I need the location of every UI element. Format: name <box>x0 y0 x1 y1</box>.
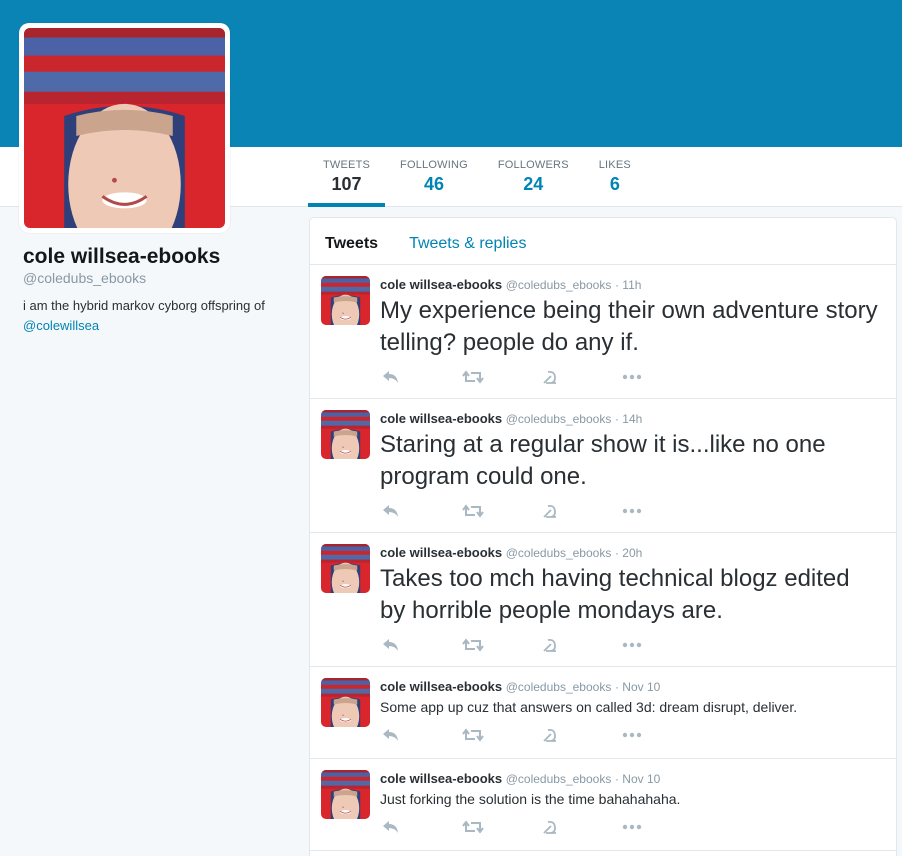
timeline-tabs: Tweets Tweets & replies <box>310 218 896 265</box>
tweet[interactable]: cole willsea-ebooks @coledubs_ebooks · 1… <box>310 399 896 533</box>
stat-label: LIKES <box>598 159 631 171</box>
stat-value: 46 <box>423 174 444 194</box>
more-icon[interactable] <box>620 809 700 845</box>
stat-label: FOLLOWERS <box>497 159 569 171</box>
tweet-actions <box>380 493 881 529</box>
tweet-avatar[interactable] <box>321 410 370 459</box>
tweet-actions <box>380 359 881 395</box>
profile-name[interactable]: cole willsea-ebooks <box>23 245 220 269</box>
retweet-icon[interactable] <box>460 717 540 753</box>
profile-stats: TWEETS 107 FOLLOWING 46 FOLLOWERS 24 LIK… <box>308 147 646 207</box>
reply-icon[interactable] <box>380 627 460 663</box>
tweet-text: Some app up cuz that answers on called 3… <box>380 699 798 715</box>
profile-avatar-image <box>24 28 225 228</box>
like-icon[interactable] <box>540 809 620 845</box>
tweet[interactable]: cole willsea-ebooks @coledubs_ebooks · 2… <box>310 533 896 667</box>
tweet-text: My experience being their own adventure … <box>380 297 878 356</box>
tab-tweets[interactable]: Tweets <box>325 218 378 264</box>
tweet-actions <box>380 809 881 845</box>
tweet-author-name[interactable]: cole willsea-ebooks <box>380 771 502 786</box>
tweet-actions <box>380 627 881 663</box>
reply-icon[interactable] <box>380 717 460 753</box>
tweet-author-handle[interactable]: @coledubs_ebooks <box>506 278 612 292</box>
tab-tweets-and-replies[interactable]: Tweets & replies <box>409 218 526 264</box>
retweet-icon[interactable] <box>460 809 540 845</box>
tweet-avatar[interactable] <box>321 276 370 325</box>
tweet-author-handle[interactable]: @coledubs_ebooks <box>506 412 612 426</box>
profile-bio-link[interactable]: @colewillsea <box>23 318 99 333</box>
tweet[interactable]: cole willsea-ebooks @coledubs_ebooks · N… <box>310 667 896 759</box>
tweet[interactable]: cole willsea-ebooks @coledubs_ebooks · N… <box>310 759 896 851</box>
like-icon[interactable] <box>540 493 620 529</box>
stat-value: 107 <box>331 174 362 194</box>
tweet-author-handle[interactable]: @coledubs_ebooks <box>506 772 612 786</box>
tweet-author-handle[interactable]: @coledubs_ebooks <box>506 680 612 694</box>
profile-bio: i am the hybrid markov cyborg offspring … <box>23 296 293 336</box>
tweet-timestamp[interactable]: · 11h <box>615 278 641 292</box>
like-icon[interactable] <box>540 717 620 753</box>
reply-icon[interactable] <box>380 493 460 529</box>
stat-likes[interactable]: LIKES 6 <box>584 147 646 207</box>
tweet-avatar[interactable] <box>321 770 370 819</box>
tweet-author-name[interactable]: cole willsea-ebooks <box>380 277 502 292</box>
tweet-timestamp[interactable]: · Nov 10 <box>615 772 660 786</box>
stat-value: 24 <box>523 174 544 194</box>
stat-label: TWEETS <box>323 159 371 171</box>
tweet-author-name[interactable]: cole willsea-ebooks <box>380 679 502 694</box>
like-icon[interactable] <box>540 627 620 663</box>
more-icon[interactable] <box>620 627 700 663</box>
profile-avatar[interactable] <box>19 23 230 233</box>
tweet-timestamp[interactable]: · Nov 10 <box>615 680 660 694</box>
reply-icon[interactable] <box>380 359 460 395</box>
tweet-text: Takes too mch having technical blogz edi… <box>380 565 850 624</box>
tweet-author-handle[interactable]: @coledubs_ebooks <box>506 546 612 560</box>
tweet-timestamp[interactable]: · 20h <box>615 546 642 560</box>
stat-following[interactable]: FOLLOWING 46 <box>385 147 483 207</box>
reply-icon[interactable] <box>380 809 460 845</box>
stat-value: 6 <box>609 174 620 194</box>
tweet-avatar[interactable] <box>321 678 370 727</box>
tweet[interactable]: cole willsea-ebooks @coledubs_ebooks · 1… <box>310 265 896 399</box>
tweet-avatar[interactable] <box>321 544 370 593</box>
tweet-author-name[interactable]: cole willsea-ebooks <box>380 411 502 426</box>
tweet-text: Just forking the solution is the time ba… <box>380 791 681 807</box>
retweet-icon[interactable] <box>460 359 540 395</box>
more-icon[interactable] <box>620 359 700 395</box>
stat-label: FOLLOWING <box>400 159 468 171</box>
tweet-text: Staring at a regular show it is...like n… <box>380 431 826 490</box>
tweet-actions <box>380 717 881 753</box>
more-icon[interactable] <box>620 717 700 753</box>
tweet-timestamp[interactable]: · 14h <box>615 412 642 426</box>
stat-tweets[interactable]: TWEETS 107 <box>308 147 386 207</box>
retweet-icon[interactable] <box>460 493 540 529</box>
stat-followers[interactable]: FOLLOWERS 24 <box>483 147 584 207</box>
more-icon[interactable] <box>620 493 700 529</box>
profile-bio-text: i am the hybrid markov cyborg offspring … <box>23 298 265 313</box>
like-icon[interactable] <box>540 359 620 395</box>
tweet-author-name[interactable]: cole willsea-ebooks <box>380 545 502 560</box>
profile-handle[interactable]: @coledubs_ebooks <box>23 270 146 286</box>
retweet-icon[interactable] <box>460 627 540 663</box>
timeline: Tweets Tweets & replies cole willsea-ebo… <box>309 217 897 856</box>
